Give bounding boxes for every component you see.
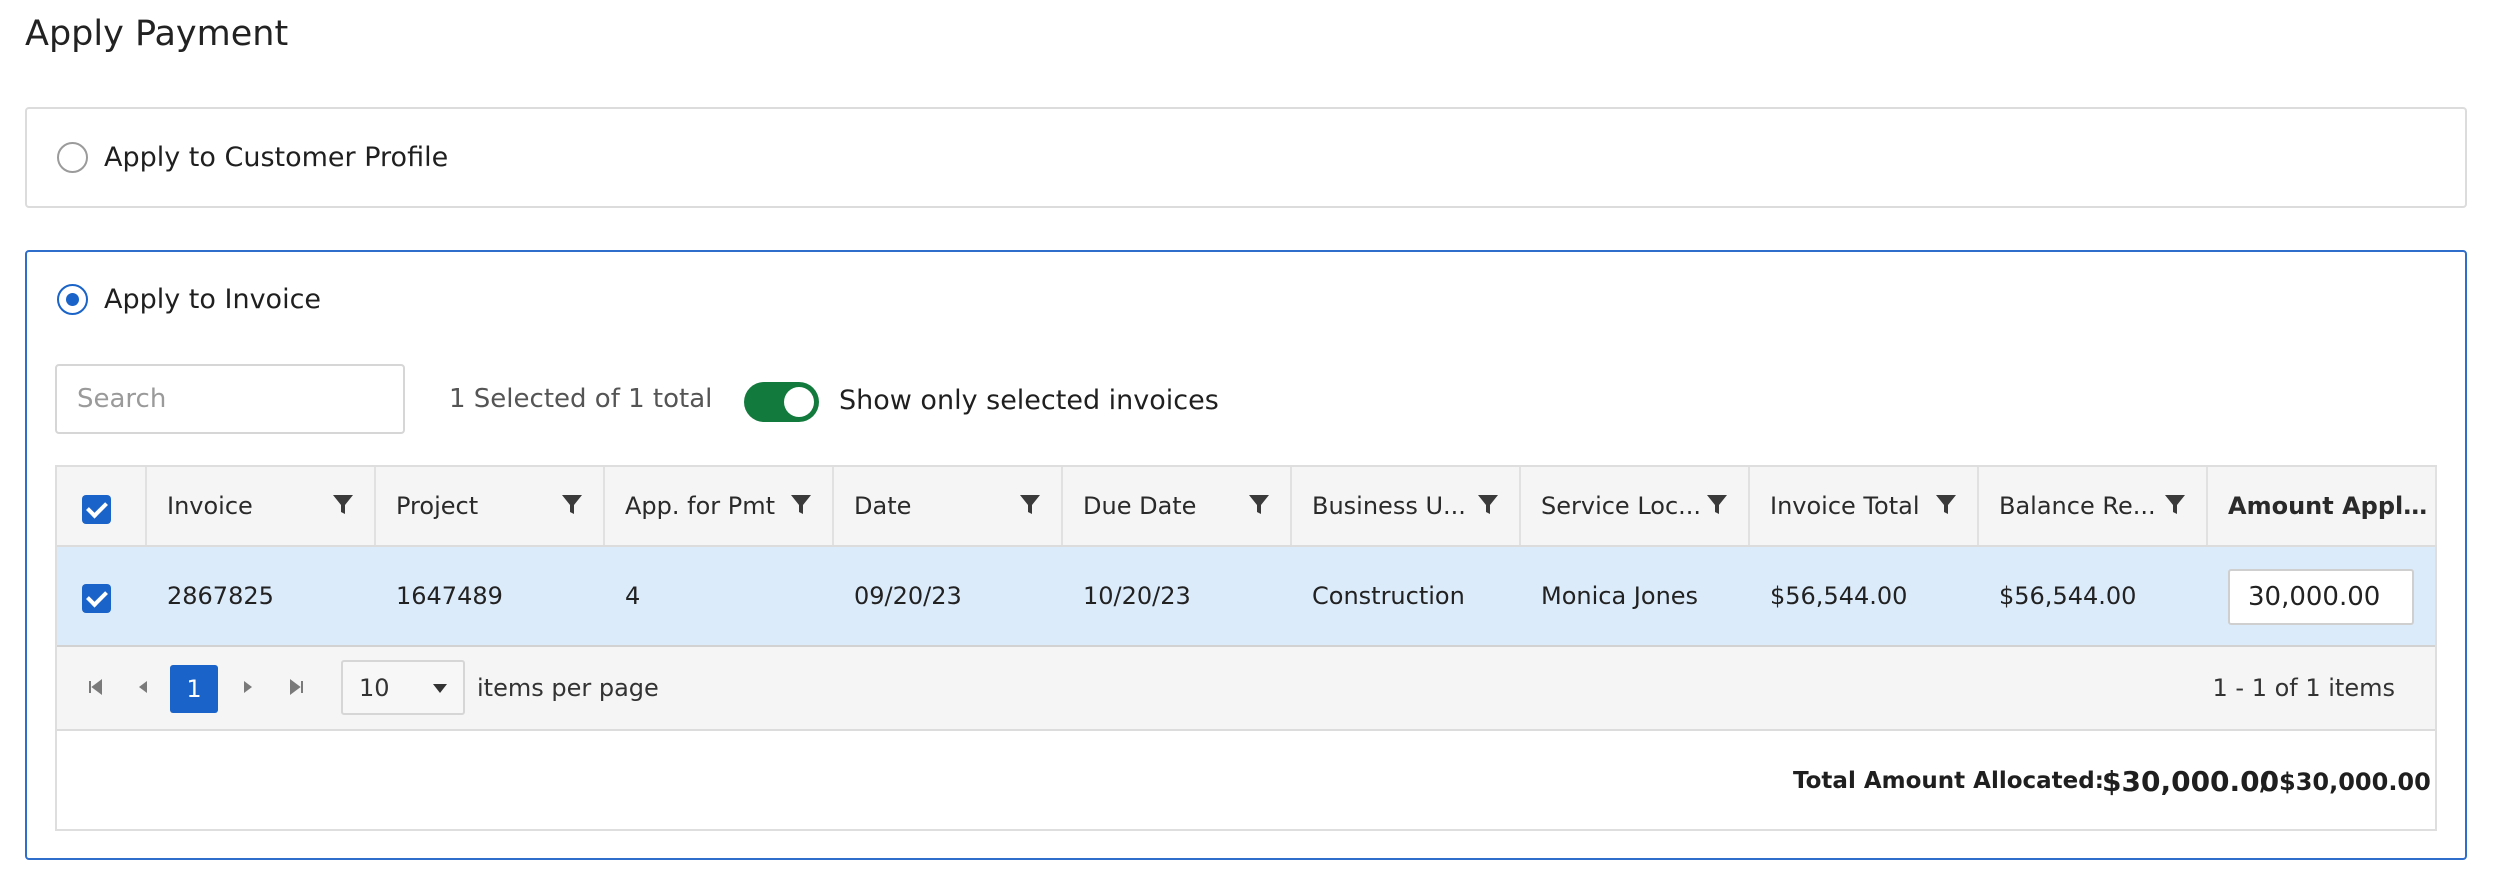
header-project-label: Project — [396, 492, 479, 520]
table-row[interactable]: 2867825 1647489 4 09/20/23 10/20/23 Cons… — [57, 547, 2435, 647]
first-page-icon[interactable] — [83, 675, 107, 699]
invoice-option[interactable]: Apply to Invoice — [57, 284, 321, 315]
total-available-value: $30,000.00 — [2279, 768, 2431, 796]
cell-project: 1647489 — [376, 547, 605, 645]
row-checkbox[interactable] — [82, 584, 111, 613]
cell-app-for-pmt-text: 4 — [625, 582, 641, 610]
filter-icon[interactable] — [2164, 493, 2186, 517]
filter-icon[interactable] — [1019, 493, 1041, 517]
header-date[interactable]: Date — [834, 467, 1063, 545]
cell-business-unit-text: Construction — [1312, 582, 1465, 610]
filter-icon[interactable] — [1477, 493, 1499, 517]
header-app-for-pmt[interactable]: App. for Pmt — [605, 467, 834, 545]
filter-icon[interactable] — [332, 493, 354, 517]
cell-due-date-text: 10/20/23 — [1083, 582, 1191, 610]
cell-balance-remaining: $56,544.00 — [1979, 547, 2208, 645]
cell-service-location-text: Monica Jones — [1541, 582, 1699, 610]
grid-footer: Total Amount Allocated: $30,000.00 / $30… — [57, 731, 2435, 829]
header-invoice-label: Invoice — [167, 492, 253, 520]
items-per-page-label: items per page — [477, 674, 659, 702]
pager-info: 1 - 1 of 1 items — [2212, 674, 2395, 702]
invoice-grid: Invoice Project App. for Pmt Date Due Da… — [55, 465, 2437, 831]
header-business-unit-label: Business U... — [1312, 492, 1466, 520]
search-input[interactable] — [55, 364, 405, 434]
header-service-location[interactable]: Service Loc... — [1521, 467, 1750, 545]
invoice-option-label: Apply to Invoice — [104, 284, 322, 315]
pager: 1 10 items per page 1 - 1 of 1 items — [57, 647, 2435, 731]
page-size-value: 10 — [359, 673, 390, 702]
amount-applied-input[interactable] — [2228, 569, 2414, 625]
cell-business-unit: Construction — [1292, 547, 1521, 645]
show-selected-label: Show only selected invoices — [839, 385, 1219, 416]
page-size-select[interactable]: 10 — [341, 660, 465, 715]
total-allocated-label: Total Amount Allocated: — [1793, 768, 2104, 794]
cell-amount-applied — [2208, 547, 2437, 645]
cell-invoice-text: 2867825 — [167, 582, 274, 610]
grid-header: Invoice Project App. for Pmt Date Due Da… — [57, 467, 2437, 547]
cell-app-for-pmt: 4 — [605, 547, 834, 645]
filter-icon[interactable] — [1935, 493, 1957, 517]
filter-icon[interactable] — [1706, 493, 1728, 517]
page-title: Apply Payment — [25, 14, 289, 54]
cell-invoice: 2867825 — [147, 547, 376, 645]
header-date-label: Date — [854, 492, 912, 520]
header-due-date[interactable]: Due Date — [1063, 467, 1292, 545]
customer-profile-panel: Apply to Customer Profile — [25, 107, 2467, 208]
header-due-date-label: Due Date — [1083, 492, 1197, 520]
chevron-down-icon — [433, 684, 447, 693]
header-amount-applied[interactable]: Amount Applied — [2208, 467, 2437, 545]
cell-date: 09/20/23 — [834, 547, 1063, 645]
filter-icon[interactable] — [561, 493, 583, 517]
cell-invoice-total: $56,544.00 — [1750, 547, 1979, 645]
cell-project-text: 1647489 — [396, 582, 503, 610]
header-amount-applied-label: Amount Applied — [2228, 492, 2435, 520]
cell-service-location: Monica Jones — [1521, 547, 1750, 645]
previous-page-icon[interactable] — [131, 675, 155, 699]
select-all-checkbox[interactable] — [82, 495, 111, 524]
header-select-all-cell — [57, 467, 147, 545]
total-allocated-value: $30,000.00 — [2102, 765, 2280, 798]
invoice-panel: Apply to Invoice 1 Selected of 1 total S… — [25, 250, 2467, 860]
show-selected-toggle[interactable] — [744, 382, 819, 422]
header-invoice-total-label: Invoice Total — [1770, 492, 1920, 520]
selected-count: 1 Selected of 1 total — [449, 384, 713, 414]
cell-invoice-total-text: $56,544.00 — [1770, 582, 1908, 610]
cell-date-text: 09/20/23 — [854, 582, 962, 610]
filter-icon[interactable] — [790, 493, 812, 517]
invoice-radio[interactable] — [57, 284, 88, 315]
header-invoice-total[interactable]: Invoice Total — [1750, 467, 1979, 545]
customer-profile-radio[interactable] — [57, 142, 88, 173]
header-business-unit[interactable]: Business U... — [1292, 467, 1521, 545]
customer-profile-label: Apply to Customer Profile — [104, 142, 449, 173]
filter-icon[interactable] — [1248, 493, 1270, 517]
toggle-knob — [784, 387, 814, 417]
header-service-location-label: Service Loc... — [1541, 492, 1702, 520]
header-balance-remaining[interactable]: Balance Re... — [1979, 467, 2208, 545]
next-page-icon[interactable] — [236, 675, 260, 699]
cell-balance-remaining-text: $56,544.00 — [1999, 582, 2137, 610]
header-balance-remaining-label: Balance Re... — [1999, 492, 2156, 520]
header-app-for-pmt-label: App. for Pmt — [625, 492, 776, 520]
row-select-cell — [57, 547, 147, 645]
header-project[interactable]: Project — [376, 467, 605, 545]
header-invoice[interactable]: Invoice — [147, 467, 376, 545]
cell-due-date: 10/20/23 — [1063, 547, 1292, 645]
customer-profile-option[interactable]: Apply to Customer Profile — [57, 142, 448, 173]
last-page-icon[interactable] — [285, 675, 309, 699]
total-separator: / — [2260, 767, 2270, 796]
page-button-current[interactable]: 1 — [170, 665, 218, 713]
